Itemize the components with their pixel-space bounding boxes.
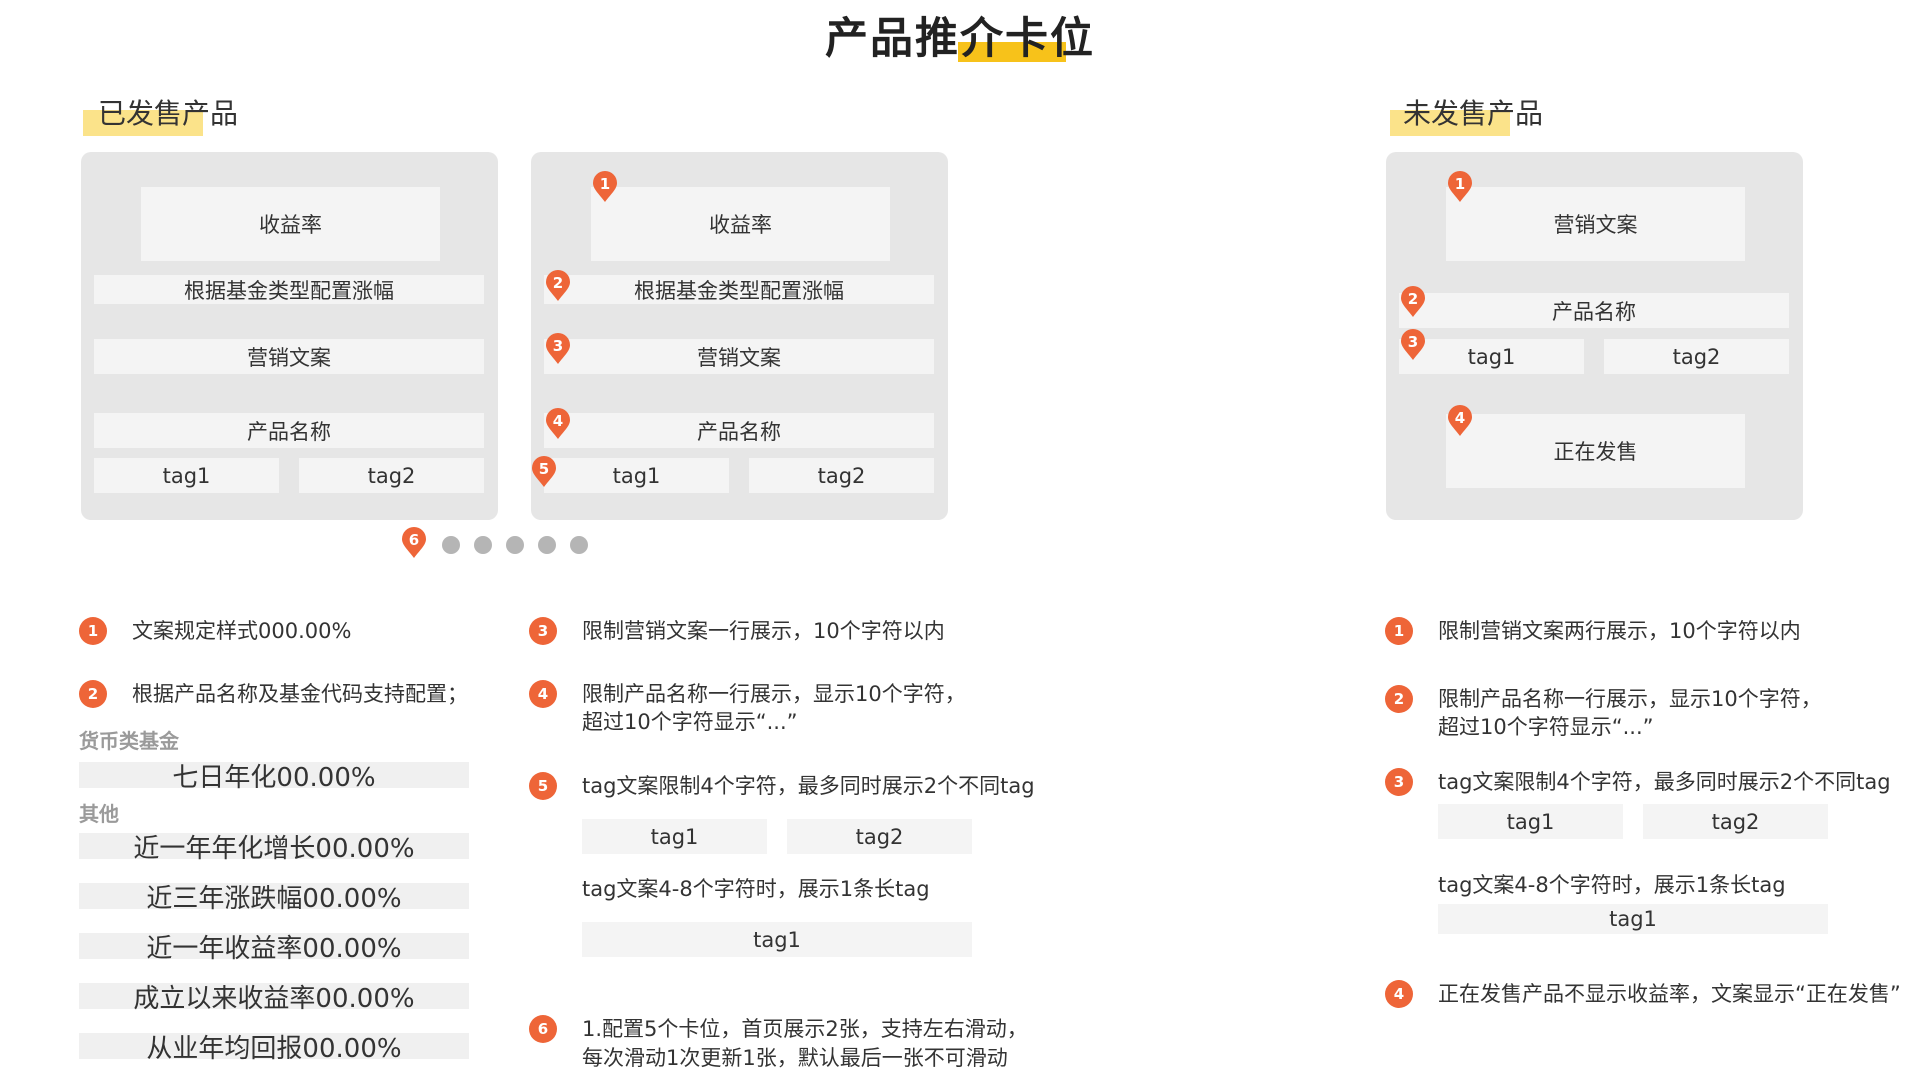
note-left-1: 文案规定样式000.00% [132,619,352,643]
note-right-tag1: tag1 [1438,804,1623,839]
note-right-1: 限制营销文案两行展示，10个字符以内 [1438,619,1801,643]
card1-change: 根据基金类型配置涨幅 [94,275,484,304]
note-right-4: 正在发售产品不显示收益率，文案显示“正在发售” [1438,982,1901,1006]
location-pin-icon: 4 [544,408,572,440]
note-mid-long-tag-example: tag1 [582,922,972,957]
card1-marketing: 营销文案 [94,339,484,374]
note-right-2-line2: 超过10个字符显示“...” [1438,715,1654,739]
card3-status: 正在发售 [1446,414,1745,488]
note-mid-long-tag: tag文案4-8个字符时，展示1条长tag [582,877,930,901]
note-number-badge: 1 [1385,617,1413,645]
note-mid-tag2: tag2 [787,819,972,854]
sold-section-title: 已发售产品 [98,97,239,130]
card2-marketing: 营销文案 [544,339,934,374]
note-right-3: tag文案限制4个字符，最多同时展示2个不同tag [1438,770,1891,794]
card2-rate: 收益率 [591,187,890,261]
card1-product-name: 产品名称 [94,413,484,448]
location-pin-icon: 1 [591,171,619,203]
location-pin-icon: 2 [544,270,572,302]
example-field: 近一年收益率00.00% [79,933,469,964]
pagination-dot[interactable] [474,536,492,554]
example-field: 成立以来收益率00.00% [79,983,469,1014]
note-mid-6-line1: 1.配置5个卡位，首页展示2张，支持左右滑动， [582,1017,1028,1041]
location-pin-icon: 1 [1446,171,1474,203]
pagination-dot[interactable] [570,536,588,554]
note-number-badge: 1 [79,617,107,645]
page-title: 产品推介卡位 [825,14,1095,64]
card1-tag2: tag2 [299,458,484,493]
note-number-badge: 3 [1385,768,1413,796]
card2-product-name: 产品名称 [544,413,934,448]
note-number-badge: 2 [79,680,107,708]
note-mid-tag1: tag1 [582,819,767,854]
card2-tag2: tag2 [749,458,934,493]
location-pin-icon: 3 [1399,329,1427,361]
seven-day-yield: 七日年化00.00% [79,762,469,793]
location-pin-icon: 3 [544,333,572,365]
note-number-badge: 4 [1385,980,1413,1008]
note-mid-5: tag文案限制4个字符，最多同时展示2个不同tag [582,774,1035,798]
unsold-section-title: 未发售产品 [1403,97,1544,130]
card1-tag1: tag1 [94,458,279,493]
location-pin-icon: 5 [530,456,558,488]
note-mid-4-line1: 限制产品名称一行展示，显示10个字符， [582,682,966,706]
location-pin-icon: 2 [1399,286,1427,318]
note-number-badge: 2 [1385,685,1413,713]
note-mid-6-line2: 每次滑动1次更新1张，默认最后一张不可滑动 [582,1046,1008,1070]
note-left-2: 根据产品名称及基金代码支持配置； [132,682,468,706]
other-label: 其他 [79,802,119,826]
money-fund-label: 货币类基金 [79,729,179,753]
example-field: 近一年年化增长00.00% [79,833,469,864]
location-pin-icon: 6 [400,527,428,559]
location-pin-icon: 4 [1446,405,1474,437]
card3-tag2: tag2 [1604,339,1789,374]
card3-marketing: 营销文案 [1446,187,1745,261]
note-number-badge: 5 [529,772,557,800]
note-mid-4-line2: 超过10个字符显示“...” [582,710,798,734]
note-right-2-line1: 限制产品名称一行展示，显示10个字符， [1438,687,1822,711]
card2-tag1: tag1 [544,458,729,493]
card2-change: 根据基金类型配置涨幅 [544,275,934,304]
note-number-badge: 3 [529,617,557,645]
note-mid-3: 限制营销文案一行展示，10个字符以内 [582,619,945,643]
note-right-long-tag: tag文案4-8个字符时，展示1条长tag [1438,873,1786,897]
note-right-long-tag-example: tag1 [1438,904,1828,934]
pagination-dot[interactable] [538,536,556,554]
card3-product-name: 产品名称 [1399,293,1789,328]
pagination-dot[interactable] [506,536,524,554]
example-field: 近三年涨跌幅00.00% [79,883,469,914]
card1-rate: 收益率 [141,187,440,261]
note-number-badge: 6 [529,1015,557,1043]
note-right-tag2: tag2 [1643,804,1828,839]
note-number-badge: 4 [529,680,557,708]
pagination-dot[interactable] [442,536,460,554]
example-field: 从业年均回报00.00% [79,1033,469,1064]
